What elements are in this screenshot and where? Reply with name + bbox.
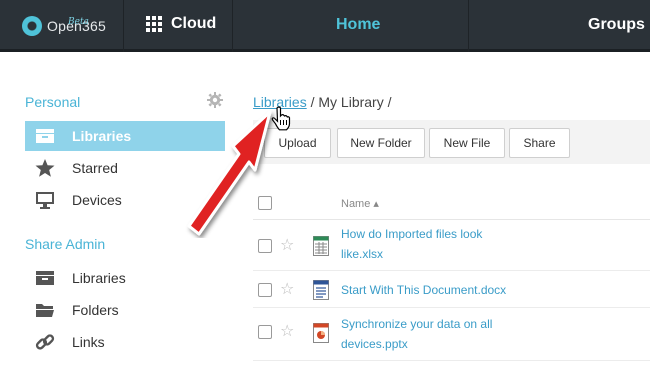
table-row[interactable]: ☆ How do Imported files look like.xlsx bbox=[253, 221, 650, 271]
open365-logo-icon bbox=[22, 16, 42, 36]
sidebar-item-links[interactable]: Links bbox=[25, 327, 225, 357]
library-icon bbox=[34, 127, 56, 145]
row-checkbox[interactable] bbox=[258, 283, 272, 297]
table-row[interactable]: ☆ Synchronize your data on all devices.p… bbox=[253, 309, 650, 361]
app-logo[interactable]: Open365 bbox=[22, 14, 106, 42]
top-navigation-bar: Open365 Beta Cloud Home Groups bbox=[0, 0, 650, 52]
breadcrumb-path: / My Library / bbox=[306, 94, 392, 110]
app-grid-icon bbox=[146, 16, 162, 32]
sidebar-item-label: Devices bbox=[72, 192, 122, 208]
sidebar-item-folders[interactable]: Folders bbox=[25, 295, 225, 325]
sidebar-item-label: Libraries bbox=[72, 128, 132, 144]
sidebar-item-label: Libraries bbox=[72, 270, 126, 286]
personal-heading: Personal bbox=[25, 94, 81, 110]
sidebar-item-label: Links bbox=[72, 334, 105, 350]
name-column-header[interactable]: Name ▴ bbox=[341, 197, 379, 210]
share-button[interactable]: Share bbox=[509, 128, 570, 158]
sidebar-item-share-libraries[interactable]: Libraries bbox=[25, 263, 225, 293]
presentation-icon bbox=[313, 323, 329, 343]
sidebar-item-label: Starred bbox=[72, 160, 118, 176]
cloud-app-menu[interactable]: Cloud bbox=[146, 15, 216, 33]
nav-divider bbox=[232, 0, 233, 52]
row-checkbox[interactable] bbox=[258, 325, 272, 339]
nav-divider bbox=[123, 0, 124, 52]
star-icon[interactable]: ☆ bbox=[280, 282, 294, 298]
beta-badge: Beta bbox=[68, 17, 89, 27]
file-name-link[interactable]: How do Imported files look like.xlsx bbox=[341, 224, 482, 264]
document-icon bbox=[313, 280, 329, 300]
nav-home-tab[interactable]: Home bbox=[336, 16, 380, 34]
nav-groups-tab[interactable]: Groups bbox=[588, 16, 645, 34]
spreadsheet-icon bbox=[313, 236, 329, 256]
table-header: Name ▴ bbox=[253, 186, 650, 220]
file-name-link[interactable]: Start With This Document.docx bbox=[341, 280, 506, 300]
star-icon bbox=[34, 159, 56, 177]
star-icon[interactable]: ☆ bbox=[280, 238, 294, 254]
library-icon bbox=[34, 269, 56, 287]
red-arrow-annotation-icon bbox=[187, 110, 272, 236]
table-row[interactable]: ☆ Start With This Document.docx bbox=[253, 272, 650, 308]
new-file-button[interactable]: New File bbox=[429, 128, 505, 158]
monitor-icon bbox=[34, 191, 56, 209]
star-icon[interactable]: ☆ bbox=[280, 324, 294, 340]
file-name-link[interactable]: Synchronize your data on all devices.ppt… bbox=[341, 314, 492, 354]
file-toolbar: Upload New Folder New File Share bbox=[253, 120, 650, 164]
settings-gear-icon[interactable] bbox=[207, 92, 223, 108]
cloud-label: Cloud bbox=[171, 15, 217, 32]
new-folder-button[interactable]: New Folder bbox=[337, 128, 425, 158]
folder-icon bbox=[34, 301, 56, 319]
sidebar-item-label: Folders bbox=[72, 302, 119, 318]
nav-divider bbox=[468, 0, 469, 52]
share-admin-heading: Share Admin bbox=[25, 236, 106, 252]
link-icon bbox=[34, 333, 56, 351]
row-checkbox[interactable] bbox=[258, 239, 272, 253]
